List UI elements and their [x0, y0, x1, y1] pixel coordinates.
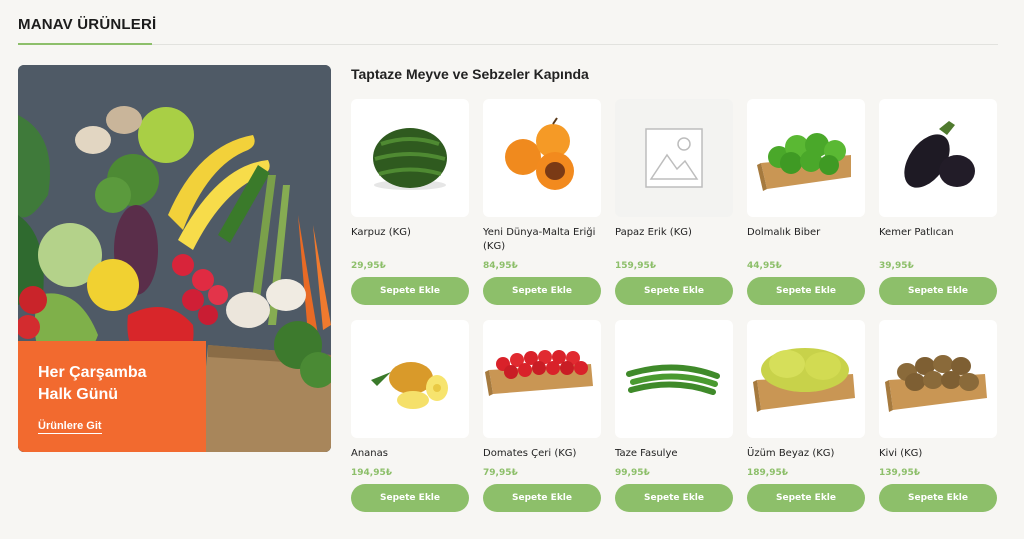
product-price: 39,95₺ [879, 261, 914, 271]
product-card[interactable]: Üzüm Beyaz (KG) 189,95₺ Sepete Ekle [747, 320, 865, 512]
product-price: 44,95₺ [747, 261, 782, 271]
product-card[interactable]: Dolmalık Biber 44,95₺ Sepete Ekle [747, 99, 865, 305]
product-card[interactable]: Domates Çeri (KG) 79,95₺ Sepete Ekle [483, 320, 601, 512]
banner-link[interactable]: Ürünlere Git [38, 420, 102, 434]
cherry-tomato-icon [485, 350, 593, 396]
product-image[interactable] [879, 320, 997, 438]
product-name[interactable]: Kivi (KG) [879, 447, 997, 463]
product-image[interactable] [879, 99, 997, 217]
add-to-cart-button[interactable]: Sepete Ekle [615, 277, 733, 305]
product-image[interactable] [615, 99, 733, 217]
product-card[interactable]: Kemer Patlıcan 39,95₺ Sepete Ekle [879, 99, 997, 305]
product-card[interactable]: Taze Fasulye 99,95₺ Sepete Ekle [615, 320, 733, 512]
loquat-icon [505, 117, 574, 190]
product-name[interactable]: Dolmalık Biber [747, 226, 865, 256]
grid-title: Taptaze Meyve ve Sebzeler Kapında [351, 66, 589, 82]
add-to-cart-button[interactable]: Sepete Ekle [483, 484, 601, 512]
section-underline [18, 43, 152, 45]
add-to-cart-button[interactable]: Sepete Ekle [483, 277, 601, 305]
add-to-cart-button[interactable]: Sepete Ekle [747, 484, 865, 512]
add-to-cart-button[interactable]: Sepete Ekle [351, 277, 469, 305]
section-header: MANAV ÜRÜNLERİ [18, 14, 998, 45]
promo-banner[interactable]: Her Çarşamba Halk Günü Ürünlere Git [18, 65, 331, 452]
product-price: 189,95₺ [747, 468, 788, 478]
white-grape-icon [753, 348, 855, 412]
banner-card: Her Çarşamba Halk Günü Ürünlere Git [18, 341, 206, 452]
product-image[interactable] [747, 320, 865, 438]
product-image[interactable] [615, 320, 733, 438]
product-name[interactable]: Yeni Dünya-Malta Eriği (KG) [483, 226, 601, 256]
product-card[interactable]: Yeni Dünya-Malta Eriği (KG) 84,95₺ Sepet… [483, 99, 601, 305]
banner-title: Her Çarşamba Halk Günü [38, 364, 147, 403]
watermelon-icon [373, 128, 447, 190]
product-price: 159,95₺ [615, 261, 656, 271]
product-card[interactable]: Ananas 194,95₺ Sepete Ekle [351, 320, 469, 512]
section-title: MANAV ÜRÜNLERİ [18, 16, 157, 33]
product-image[interactable] [483, 99, 601, 217]
green-pepper-icon [757, 133, 851, 191]
pineapple-icon [371, 362, 448, 409]
add-to-cart-button[interactable]: Sepete Ekle [351, 484, 469, 512]
product-card[interactable]: Papaz Erik (KG) 159,95₺ Sepete Ekle [615, 99, 733, 305]
eggplant-icon [904, 121, 975, 188]
add-to-cart-button[interactable]: Sepete Ekle [879, 484, 997, 512]
green-bean-icon [626, 364, 720, 395]
product-price: 84,95₺ [483, 261, 518, 271]
kiwi-icon [885, 355, 987, 412]
product-card[interactable]: Karpuz (KG) 29,95₺ Sepete Ekle [351, 99, 469, 305]
product-image[interactable] [351, 99, 469, 217]
product-name[interactable]: Ananas [351, 447, 469, 463]
product-name[interactable]: Üzüm Beyaz (KG) [747, 447, 865, 463]
product-price: 194,95₺ [351, 468, 392, 478]
add-to-cart-button[interactable]: Sepete Ekle [879, 277, 997, 305]
product-image[interactable] [483, 320, 601, 438]
product-image[interactable] [747, 99, 865, 217]
product-price: 99,95₺ [615, 468, 650, 478]
product-image[interactable] [351, 320, 469, 438]
product-price: 79,95₺ [483, 468, 518, 478]
add-to-cart-button[interactable]: Sepete Ekle [747, 277, 865, 305]
add-to-cart-button[interactable]: Sepete Ekle [615, 484, 733, 512]
product-name[interactable]: Kemer Patlıcan [879, 226, 997, 256]
product-name[interactable]: Taze Fasulye [615, 447, 733, 463]
product-price: 29,95₺ [351, 261, 386, 271]
product-card[interactable]: Kivi (KG) 139,95₺ Sepete Ekle [879, 320, 997, 512]
product-name[interactable]: Papaz Erik (KG) [615, 226, 733, 256]
product-price: 139,95₺ [879, 468, 920, 478]
image-placeholder-icon [645, 128, 703, 188]
product-name[interactable]: Domates Çeri (KG) [483, 447, 601, 463]
product-name[interactable]: Karpuz (KG) [351, 226, 469, 256]
